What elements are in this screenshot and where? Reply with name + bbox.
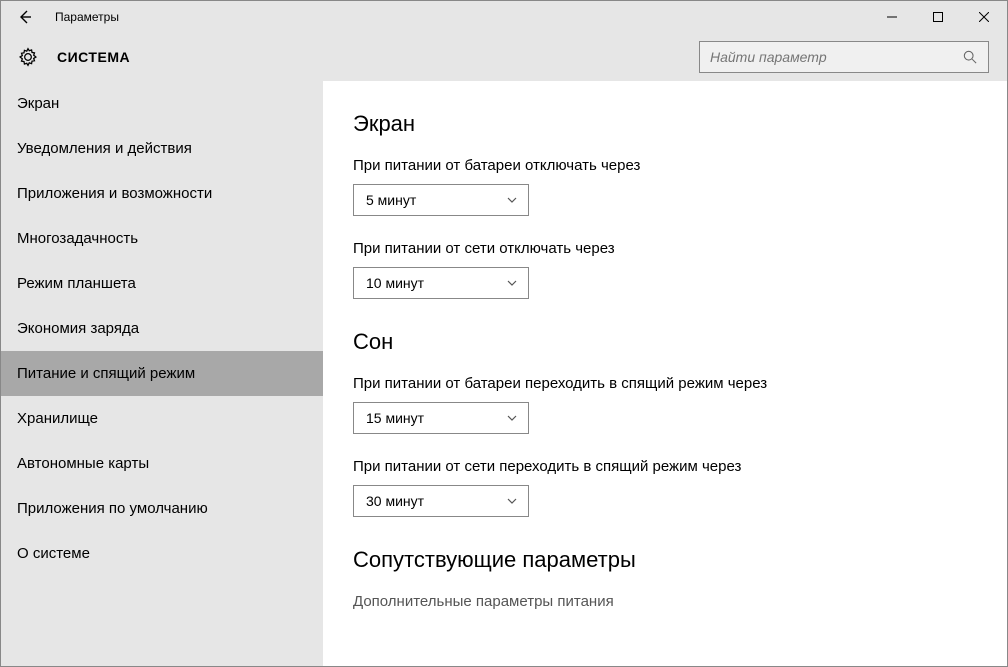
sidebar-item-default-apps[interactable]: Приложения по умолчанию <box>1 486 323 531</box>
sidebar-item-label: Многозадачность <box>17 230 138 247</box>
additional-power-link[interactable]: Дополнительные параметры питания <box>353 593 977 610</box>
screen-plugged-off-dropdown[interactable]: 10 минут <box>353 267 529 299</box>
sidebar-item-battery[interactable]: Экономия заряда <box>1 306 323 351</box>
sidebar-item-apps[interactable]: Приложения и возможности <box>1 171 323 216</box>
related-heading: Сопутствующие параметры <box>353 547 977 573</box>
sidebar-item-label: Автономные карты <box>17 455 149 472</box>
screen-plugged-off-label: При питании от сети отключать через <box>353 240 977 257</box>
sidebar-item-multitask[interactable]: Многозадачность <box>1 216 323 261</box>
sleep-plugged-label: При питании от сети переходить в спящий … <box>353 458 977 475</box>
chevron-down-icon <box>506 495 518 507</box>
sidebar-item-label: Питание и спящий режим <box>17 365 195 382</box>
close-icon <box>979 12 989 22</box>
chevron-down-icon <box>506 412 518 424</box>
sidebar-item-label: Уведомления и действия <box>17 140 192 157</box>
sleep-battery-label: При питании от батареи переходить в спящ… <box>353 375 977 392</box>
close-button[interactable] <box>961 1 1007 33</box>
sidebar-item-label: Приложения и возможности <box>17 185 212 202</box>
sidebar-item-label: О системе <box>17 545 90 562</box>
arrow-left-icon <box>17 9 33 25</box>
search-icon <box>962 49 978 65</box>
sidebar-item-label: Хранилище <box>17 410 98 427</box>
sidebar-item-about[interactable]: О системе <box>1 531 323 576</box>
gear-icon <box>17 46 39 68</box>
sleep-battery-dropdown[interactable]: 15 минут <box>353 402 529 434</box>
sidebar-item-label: Экономия заряда <box>17 320 139 337</box>
sidebar-item-maps[interactable]: Автономные карты <box>1 441 323 486</box>
window-title: Параметры <box>55 10 119 24</box>
screen-heading: Экран <box>353 111 977 137</box>
sleep-heading: Сон <box>353 329 977 355</box>
header: СИСТЕМА <box>1 33 1007 81</box>
sidebar-item-label: Приложения по умолчанию <box>17 500 208 517</box>
chevron-down-icon <box>506 277 518 289</box>
sidebar: Экран Уведомления и действия Приложения … <box>1 81 323 666</box>
screen-battery-off-dropdown[interactable]: 5 минут <box>353 184 529 216</box>
search-input[interactable] <box>710 49 962 65</box>
maximize-icon <box>933 12 943 22</box>
screen-battery-off-label: При питании от батареи отключать через <box>353 157 977 174</box>
minimize-icon <box>887 12 897 22</box>
sidebar-item-label: Режим планшета <box>17 275 136 292</box>
sidebar-item-label: Экран <box>17 95 59 112</box>
section-title: СИСТЕМА <box>57 49 130 65</box>
sidebar-item-display[interactable]: Экран <box>1 81 323 126</box>
sleep-plugged-dropdown[interactable]: 30 минут <box>353 485 529 517</box>
content-area: Экран При питании от батареи отключать ч… <box>323 81 1007 666</box>
dropdown-value: 5 минут <box>366 192 416 208</box>
maximize-button[interactable] <box>915 1 961 33</box>
minimize-button[interactable] <box>869 1 915 33</box>
dropdown-value: 15 минут <box>366 410 424 426</box>
titlebar: Параметры <box>1 1 1007 33</box>
chevron-down-icon <box>506 194 518 206</box>
sidebar-item-tablet[interactable]: Режим планшета <box>1 261 323 306</box>
back-button[interactable] <box>9 1 41 33</box>
sidebar-item-storage[interactable]: Хранилище <box>1 396 323 441</box>
search-box[interactable] <box>699 41 989 73</box>
dropdown-value: 10 минут <box>366 275 424 291</box>
dropdown-value: 30 минут <box>366 493 424 509</box>
sidebar-item-power[interactable]: Питание и спящий режим <box>1 351 323 396</box>
sidebar-item-notifications[interactable]: Уведомления и действия <box>1 126 323 171</box>
